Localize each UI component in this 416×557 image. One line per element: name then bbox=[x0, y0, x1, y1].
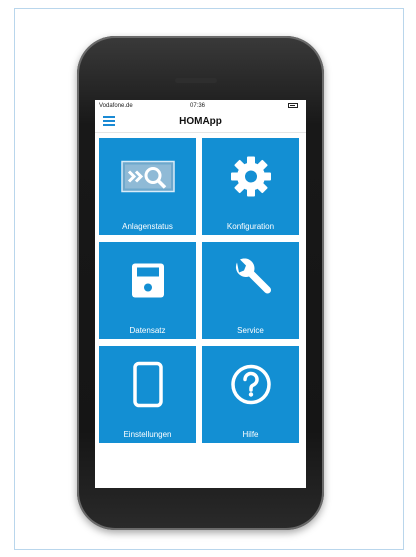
app-title: HOMApp bbox=[179, 116, 222, 127]
app-header: HOMApp bbox=[95, 112, 306, 133]
tile-label: Datensatz bbox=[129, 326, 166, 335]
carrier-label: Vodafone.de bbox=[99, 103, 133, 109]
help-icon bbox=[230, 363, 272, 410]
phone-screen: Vodafone.de 07:36 HOMApp Anlagenstatus K… bbox=[95, 100, 306, 488]
tile-label: Hilfe bbox=[242, 430, 259, 439]
tile-service[interactable]: Service bbox=[202, 242, 299, 339]
clock: 07:36 bbox=[190, 103, 206, 109]
tile-hilfe[interactable]: Hilfe bbox=[202, 346, 299, 443]
tile-label: Service bbox=[237, 326, 264, 335]
wrench-icon bbox=[229, 258, 273, 307]
status-bar: Vodafone.de 07:36 bbox=[95, 100, 306, 112]
tile-konfiguration[interactable]: Konfiguration bbox=[202, 138, 299, 235]
tile-einstellungen[interactable]: Einstellungen bbox=[99, 346, 196, 443]
phone-speaker bbox=[175, 78, 217, 83]
smartphone-icon bbox=[132, 361, 163, 412]
tile-anlagenstatus[interactable]: Anlagenstatus bbox=[99, 138, 196, 235]
tile-label: Konfiguration bbox=[226, 222, 275, 231]
tile-datensatz[interactable]: Datensatz bbox=[99, 242, 196, 339]
status-screen-icon bbox=[120, 160, 175, 197]
floppy-disk-icon bbox=[131, 262, 165, 303]
gear-icon bbox=[229, 154, 273, 203]
tile-grid: Anlagenstatus Konfiguration Datensatz Se… bbox=[99, 138, 302, 443]
tile-label: Einstellungen bbox=[123, 430, 172, 439]
tile-label: Anlagenstatus bbox=[122, 222, 173, 231]
battery-icon bbox=[288, 103, 298, 108]
phone-device: Vodafone.de 07:36 HOMApp Anlagenstatus K… bbox=[77, 36, 324, 530]
